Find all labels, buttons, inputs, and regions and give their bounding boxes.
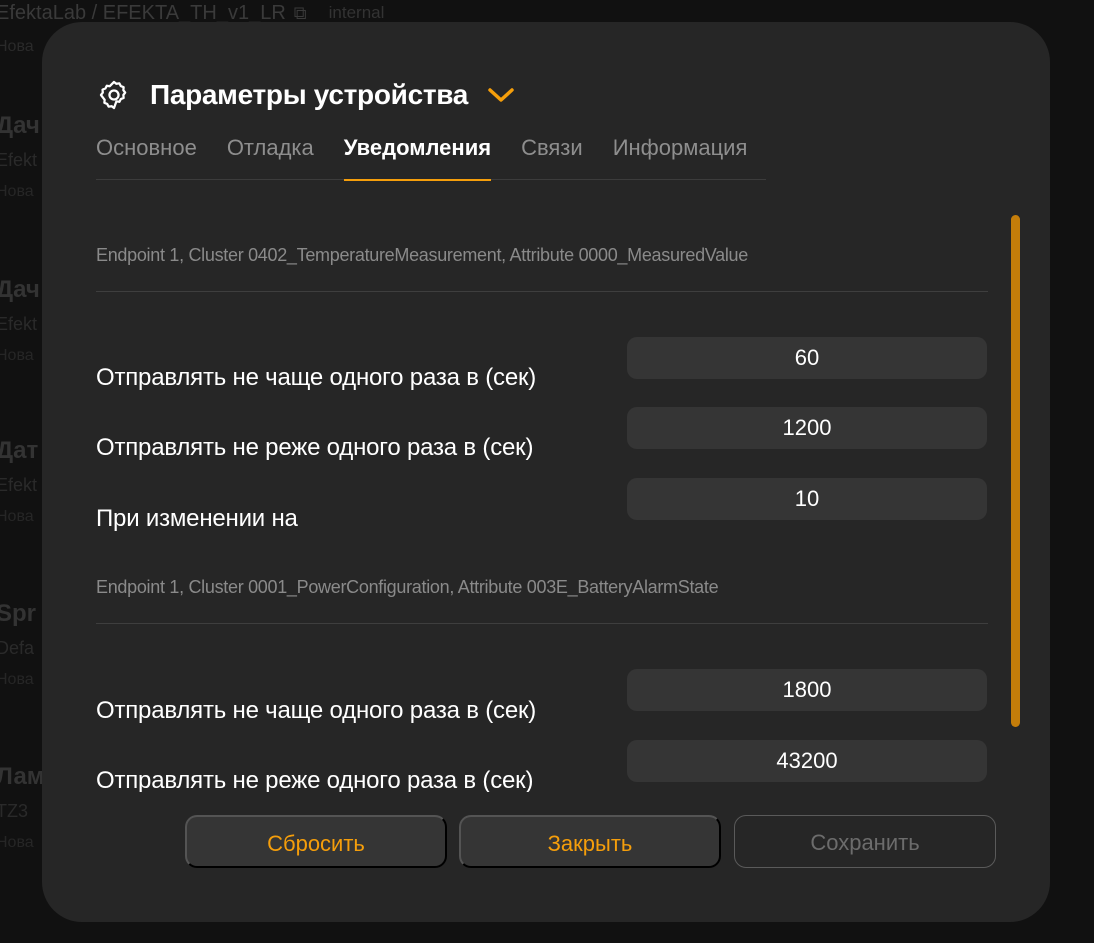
background-item-title: Spr (0, 600, 37, 627)
min-interval-label: Отправлять не чаще одного раза в (сек) (96, 364, 537, 391)
background-item-note: Нова (0, 834, 34, 851)
background-sub: Нова (0, 38, 34, 55)
background-item-subtitle: TZ3 (0, 801, 29, 821)
tab-bar: Основное Отладка Уведомления Связи Инфор… (96, 128, 766, 181)
gear-icon (96, 77, 132, 113)
background-list-item: Дат Efekt Нова (0, 437, 38, 526)
close-button[interactable]: Закрыть (459, 815, 721, 868)
tab-info[interactable]: Информация (613, 128, 748, 180)
background-item-title: Лам (0, 763, 45, 790)
tab-main[interactable]: Основное (96, 128, 197, 180)
max-interval-label: Отправлять не реже одного раза в (сек) (96, 767, 534, 792)
scrollbar[interactable] (1011, 215, 1020, 727)
background-item-subtitle: Efekt (0, 314, 38, 334)
reportable-change-label: При изменении на (96, 505, 298, 532)
tab-bindings[interactable]: Связи (521, 128, 583, 180)
external-link-icon: ⧉ (293, 2, 307, 23)
min-interval-input[interactable] (627, 669, 987, 711)
background-item-title: Дач (0, 112, 40, 139)
reportable-change-input[interactable] (627, 478, 987, 520)
background-item-subtitle: Defa (0, 638, 35, 658)
dialog-title: Параметры устройства (150, 79, 469, 110)
background-list-item: Лам TZ3 Нова (0, 763, 45, 852)
attribute-caption: Endpoint 1, Cluster 0001_PowerConfigurat… (96, 577, 719, 597)
section-divider (96, 291, 988, 292)
background-list-item: Дач Efekt Нова (0, 276, 40, 365)
max-interval-input[interactable] (627, 407, 987, 449)
background-item-title: Дат (0, 437, 39, 464)
section-divider (96, 623, 988, 624)
save-button[interactable]: Сохранить (734, 815, 996, 868)
min-interval-label: Отправлять не чаще одного раза в (сек) (96, 697, 537, 724)
max-interval-input[interactable] (627, 740, 987, 782)
background-item-subtitle: Efekt (0, 150, 38, 170)
background-item-note: Нова (0, 508, 34, 525)
tab-notifications[interactable]: Уведомления (343, 128, 492, 181)
notifications-panel[interactable]: Endpoint 1, Cluster 0402_TemperatureMeas… (96, 212, 988, 792)
max-interval-label: Отправлять не реже одного раза в (сек) (96, 434, 534, 461)
dialog-header: Параметры устройства (96, 77, 516, 113)
min-interval-input[interactable] (627, 337, 987, 379)
background-item-title: Дач (0, 276, 40, 303)
background-tag: internal (328, 3, 385, 22)
chevron-down-icon[interactable] (486, 84, 516, 106)
background-item-note: Нова (0, 671, 34, 688)
tab-debug[interactable]: Отладка (227, 128, 314, 180)
attribute-caption: Endpoint 1, Cluster 0402_TemperatureMeas… (96, 245, 748, 265)
background-item-note: Нова (0, 347, 34, 364)
background-item-subtitle: Efekt (0, 475, 38, 495)
reset-button[interactable]: Сбросить (185, 815, 447, 868)
background-item-note: Нова (0, 183, 34, 200)
device-settings-dialog: Параметры устройства Основное Отладка Ув… (42, 22, 1050, 922)
background-list-item: Spr Defa Нова (0, 600, 36, 689)
background-list-item: Дач Efekt Нова (0, 112, 40, 201)
